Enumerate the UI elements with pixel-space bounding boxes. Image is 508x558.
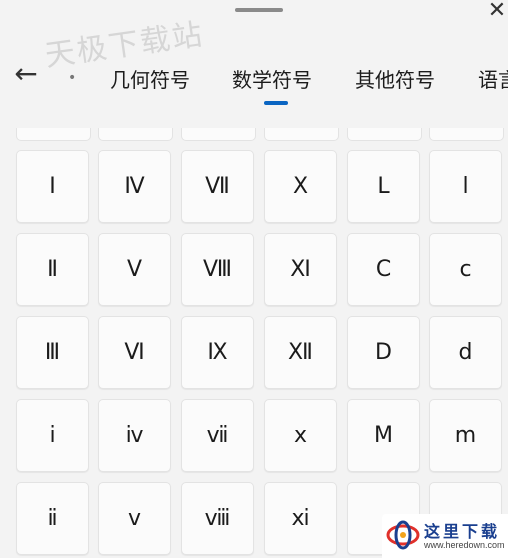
symbol-key[interactable]: Ⅻ bbox=[264, 316, 337, 389]
key-peek bbox=[98, 128, 173, 141]
tab-language[interactable]: 语言 bbox=[478, 64, 508, 93]
close-icon: ✕ bbox=[487, 0, 507, 23]
symbol-key-label: ⅿ bbox=[454, 423, 477, 448]
symbol-key[interactable]: Ⅾ bbox=[347, 316, 420, 389]
symbol-key[interactable]: Ⅰ bbox=[16, 150, 89, 223]
symbol-key-label: Ⅾ bbox=[375, 340, 392, 365]
symbol-key[interactable]: Ⅳ bbox=[98, 150, 171, 223]
symbol-key[interactable]: ⅴ bbox=[98, 482, 171, 555]
symbol-key[interactable]: ⅽ bbox=[429, 233, 502, 306]
site-logo: 这里下载 www.heredown.com bbox=[382, 514, 508, 558]
symbol-key[interactable]: ⅱ bbox=[16, 482, 89, 555]
symbol-key[interactable]: ⅶ bbox=[181, 399, 254, 472]
symbol-key[interactable]: ⅹ bbox=[264, 399, 337, 472]
symbol-key[interactable]: Ⅹ bbox=[264, 150, 337, 223]
symbol-key-label: ⅶ bbox=[206, 423, 229, 448]
symbol-key[interactable]: ⅳ bbox=[98, 399, 171, 472]
symbol-key-label: ⅳ bbox=[125, 423, 144, 448]
symbol-key-label: Ⅺ bbox=[290, 257, 311, 282]
symbol-key-label: ⅾ bbox=[458, 340, 473, 365]
symbol-key[interactable]: Ⅵ bbox=[98, 316, 171, 389]
symbol-key-label: Ⅻ bbox=[288, 340, 313, 365]
symbol-key-label: ⅹ bbox=[293, 423, 308, 448]
symbol-key[interactable]: ⅿ bbox=[429, 399, 502, 472]
symbol-key-label: Ⅱ bbox=[47, 257, 58, 282]
symbol-key-label: ⅷ bbox=[204, 506, 231, 531]
symbol-key[interactable]: Ⅺ bbox=[264, 233, 337, 306]
symbol-grid: Ⅰ Ⅳ Ⅶ Ⅹ Ⅼⅼ Ⅱ Ⅴ Ⅷ Ⅺ Ⅽⅽ Ⅲ Ⅵ Ⅸ Ⅻ Ⅾⅾ ⅰ ⅳ ⅶ ⅹ Ⅿⅿ ⅱ ⅴ ⅷ ⅺ bbox=[0, 128, 508, 558]
key-peek bbox=[347, 128, 422, 141]
symbol-key[interactable]: ⅺ bbox=[264, 482, 337, 555]
swirl-logo-icon bbox=[386, 520, 420, 550]
selected-tab-indicator bbox=[264, 101, 288, 105]
symbol-key[interactable]: ⅷ bbox=[181, 482, 254, 555]
drag-handle[interactable] bbox=[235, 8, 283, 12]
symbol-key-label: ⅴ bbox=[127, 506, 142, 531]
symbol-key[interactable]: Ⅲ bbox=[16, 316, 89, 389]
key-peek bbox=[181, 128, 256, 141]
symbol-key-label: Ⅷ bbox=[203, 257, 232, 282]
close-button[interactable]: ✕ bbox=[486, 0, 508, 22]
symbol-key-label: Ⅼ bbox=[377, 174, 390, 199]
symbol-key[interactable]: ⅰ bbox=[16, 399, 89, 472]
symbol-key[interactable]: Ⅸ bbox=[181, 316, 254, 389]
key-peek bbox=[264, 128, 339, 141]
symbol-key[interactable]: Ⅱ bbox=[16, 233, 89, 306]
symbol-key-label: Ⅶ bbox=[205, 174, 230, 199]
symbol-key-label: Ⅿ bbox=[374, 423, 393, 448]
symbol-key[interactable]: Ⅿ bbox=[347, 399, 420, 472]
key-peek bbox=[429, 128, 504, 141]
symbol-key[interactable]: Ⅴ bbox=[98, 233, 171, 306]
symbol-key-label: ⅺ bbox=[291, 506, 310, 531]
symbol-key-label: Ⅸ bbox=[207, 340, 228, 365]
category-tabs: 几何符号 数学符号 其他符号 语言 bbox=[0, 58, 508, 108]
symbol-key[interactable]: ⅼ bbox=[429, 150, 502, 223]
symbol-key-label: Ⅳ bbox=[124, 174, 145, 199]
symbol-key-label: Ⅹ bbox=[292, 174, 309, 199]
key-peek bbox=[16, 128, 91, 141]
symbol-key-label: Ⅲ bbox=[44, 340, 61, 365]
symbol-key-label: Ⅰ bbox=[49, 174, 56, 199]
tab-other-symbols[interactable]: 其他符号 bbox=[355, 64, 435, 93]
symbol-key-label: ⅼ bbox=[462, 174, 469, 199]
tab-geometry-symbols[interactable]: 几何符号 bbox=[110, 64, 190, 93]
symbol-key-label: Ⅴ bbox=[126, 257, 143, 282]
symbol-key-label: Ⅽ bbox=[375, 257, 392, 282]
logo-url: www.heredown.com bbox=[424, 540, 505, 550]
symbol-key-label: Ⅵ bbox=[124, 340, 145, 365]
previous-row-peek bbox=[0, 128, 508, 142]
symbol-key-label: ⅱ bbox=[47, 506, 58, 531]
symbol-key[interactable]: Ⅶ bbox=[181, 150, 254, 223]
logo-name: 这里下载 bbox=[424, 522, 501, 541]
tab-math-symbols[interactable]: 数学符号 bbox=[232, 64, 312, 93]
symbol-key[interactable]: Ⅷ bbox=[181, 233, 254, 306]
symbol-key[interactable]: Ⅼ bbox=[347, 150, 420, 223]
symbol-key[interactable]: ⅾ bbox=[429, 316, 502, 389]
symbol-key-label: ⅽ bbox=[459, 257, 472, 282]
symbol-key-label: ⅰ bbox=[49, 423, 56, 448]
symbol-key[interactable]: Ⅽ bbox=[347, 233, 420, 306]
